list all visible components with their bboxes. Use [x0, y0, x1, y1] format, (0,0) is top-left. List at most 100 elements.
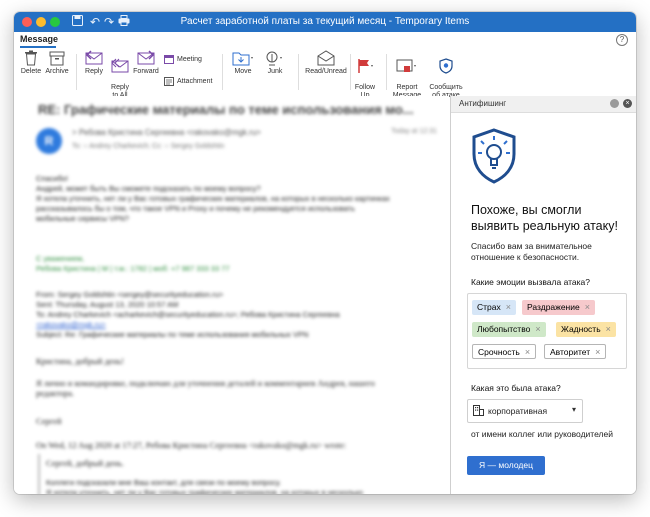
read-unread-label: Read/Unread — [305, 68, 347, 75]
chip-fear[interactable]: Страх × — [472, 300, 517, 315]
forward-label: Forward — [133, 68, 159, 75]
avatar: R — [36, 128, 62, 154]
ribbon: Delete Archive Reply Reply to All Forwar… — [14, 48, 636, 100]
panel-title: Антифишинг — [459, 99, 507, 108]
report-message-button[interactable]: Report Message — [390, 50, 424, 100]
junk-button[interactable]: Junk — [262, 50, 288, 76]
chip-irritation[interactable]: Раздражение × — [522, 300, 595, 315]
email-subject: RE: Графические материалы по теме исполь… — [38, 102, 414, 117]
follow-up-button[interactable]: Follow Up — [352, 50, 378, 100]
attack-type-select[interactable]: корпоративная ▾ — [467, 399, 583, 423]
email-recipients: To: ○ Andrey Charkevich; Cc: ○ Sergey Go… — [72, 143, 225, 150]
chip-remove-icon[interactable]: × — [585, 302, 590, 312]
ribbon-separator — [298, 54, 299, 90]
attack-type-question: Какая это была атака? — [471, 383, 561, 393]
ribbon-tab-bar: Message ? — [14, 32, 636, 48]
help-icon[interactable]: ? — [616, 34, 628, 46]
archive-icon — [49, 51, 65, 66]
delete-button[interactable]: Delete — [20, 50, 42, 76]
shield-bulb-icon — [472, 128, 516, 184]
chip-remove-icon[interactable]: × — [525, 347, 530, 357]
on-wrote-line: On Wed, 12 Aug 2020 at 17:27, Ребова Кри… — [36, 440, 346, 450]
attack-type-value: корпоративная — [488, 406, 548, 416]
ribbon-separator — [222, 54, 223, 90]
quoted-paragraph: Я лично и командировке, подключаю для ут… — [36, 378, 375, 398]
outlook-window: ↶ ↷ Расчет заработной платы за текущий м… — [14, 12, 636, 494]
ribbon-separator — [76, 54, 77, 90]
chip-urgency[interactable]: Срочность × — [472, 344, 537, 359]
forward-button[interactable]: Forward — [132, 50, 160, 76]
chip-greed[interactable]: Жадность × — [556, 322, 616, 337]
attachment-button[interactable]: Attachment — [164, 76, 212, 86]
chevron-down-icon: ▾ — [571, 405, 576, 414]
email-paragraph: Андрей, может быть Вы сможете подсказать… — [36, 184, 390, 223]
chip-label: Любопытство — [477, 324, 531, 334]
quoted-greeting: Кристина, добрый день! — [36, 356, 124, 366]
chip-label: Страх — [477, 302, 501, 312]
chip-label: Авторитет — [550, 347, 591, 357]
reply-icon — [85, 50, 103, 65]
envelope-open-icon — [317, 50, 335, 66]
reply-label: Reply — [85, 68, 103, 75]
report-message-icon — [396, 59, 416, 72]
chip-curiosity[interactable]: Любопытство × — [472, 322, 546, 337]
chip-authority[interactable]: Авторитет × — [544, 344, 607, 359]
move-label: Move — [234, 68, 252, 75]
shield-icon — [439, 58, 453, 74]
panel-thanks: Спасибо вам за внимательное отношение к … — [471, 241, 592, 262]
move-folder-icon — [232, 52, 253, 66]
email-signature: С уважением, Ребова Кристина | М | т.м.:… — [36, 254, 230, 273]
attachment-label: Attachment — [177, 77, 213, 85]
read-unread-button[interactable]: Read/Unread — [304, 50, 348, 76]
report-attack-button[interactable]: Сообщить об атаке — [428, 50, 464, 100]
trash-icon — [25, 50, 37, 66]
submit-button[interactable]: Я — молодец — [467, 456, 545, 475]
pin-icon[interactable] — [610, 99, 619, 108]
quote-bar — [38, 454, 40, 494]
reply-button[interactable]: Reply — [82, 50, 106, 76]
chip-label: Раздражение — [527, 302, 580, 312]
email-greeting: Спасибо! — [36, 174, 69, 183]
reply-all-icon — [111, 58, 129, 73]
chip-label: Жадность — [561, 324, 601, 334]
junk-icon — [266, 51, 282, 66]
reply-all-button[interactable]: Reply to All — [108, 50, 132, 100]
junk-label: Junk — [267, 68, 283, 75]
tab-message[interactable]: Message — [20, 34, 58, 44]
meeting-button[interactable]: Meeting — [164, 54, 202, 64]
quoted-name: Сергей — [36, 416, 62, 426]
email-time: Today at 12:31 — [391, 128, 437, 135]
quoted2-greeting: Сергей, добрый день. — [46, 458, 124, 468]
title-bar: ↶ ↷ Расчет заработной платы за текущий м… — [14, 12, 636, 32]
quoted-to-link[interactable]: <rakovako@mgk.ru> — [36, 320, 436, 330]
chip-remove-icon[interactable]: × — [606, 324, 611, 334]
meeting-label: Meeting — [177, 55, 202, 63]
panel-header: Антифишинг × — [451, 96, 636, 113]
chip-remove-icon[interactable]: × — [535, 324, 540, 334]
quoted-sent: Sent: Thursday, August 13, 2020 10:57 AM — [36, 300, 179, 309]
delete-label: Delete — [20, 68, 42, 75]
quoted-subject: Subject: Re: Графические материалы по те… — [36, 330, 309, 339]
archive-label: Archive — [45, 68, 69, 75]
window-title: Расчет заработной платы за текущий месяц… — [180, 16, 470, 27]
email-reading-pane: RE: Графические материалы по теме исполь… — [14, 96, 449, 494]
antiphishing-panel: Антифишинг × Похоже, вы смогли выявить р… — [450, 96, 636, 494]
quoted-to: To: Andrey Charkevich <acharkevich@secur… — [36, 310, 340, 319]
attack-type-hint: от имени коллег или руководителей — [471, 429, 613, 439]
emotions-chip-box: Страх × Раздражение × Любопытство × Жадност… — [467, 293, 627, 369]
chip-remove-icon[interactable]: × — [506, 302, 511, 312]
archive-button[interactable]: Archive — [44, 50, 70, 76]
close-icon[interactable]: × — [623, 99, 632, 108]
flag-icon — [358, 59, 373, 73]
ribbon-separator — [350, 54, 351, 90]
emotions-question: Какие эмоции вызвала атака? — [471, 277, 591, 287]
chip-remove-icon[interactable]: × — [595, 347, 600, 357]
forward-icon — [137, 50, 155, 65]
email-from: > Ребова Кристина Сергеевна <rakovako@mg… — [72, 128, 261, 137]
email-content-blurred: RE: Графические материалы по теме исполь… — [14, 96, 449, 494]
chip-label: Срочность — [478, 347, 520, 357]
ribbon-separator — [386, 54, 387, 90]
quoted-from: From: Sergey Goldshtin <sergey@securitye… — [36, 290, 224, 299]
attachment-icon — [164, 77, 174, 86]
move-button[interactable]: Move — [228, 50, 258, 76]
